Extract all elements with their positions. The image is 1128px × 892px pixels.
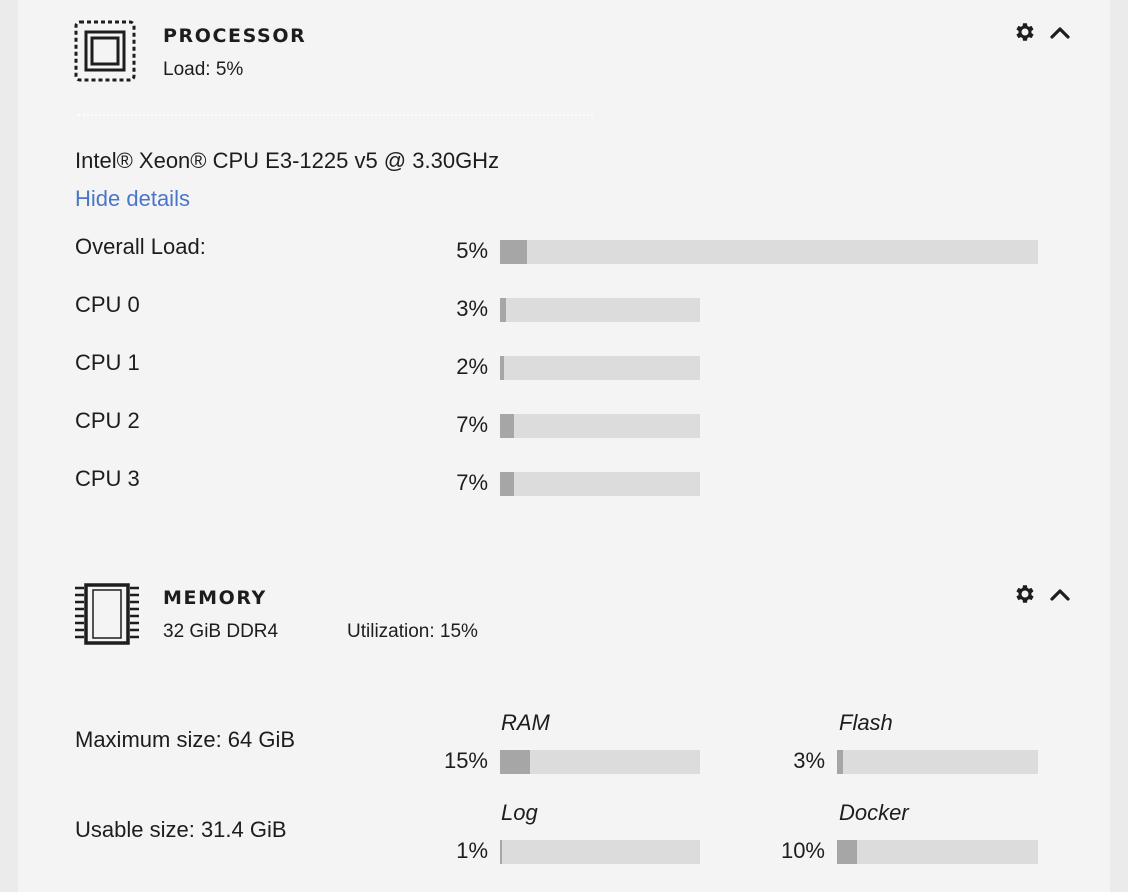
processor-title: PROCESSOR — [163, 25, 307, 47]
chevron-up-icon[interactable] — [1048, 21, 1072, 45]
memory-max-size: Maximum size: 64 GiB — [75, 727, 296, 752]
cpu-2-label: CPU 2 — [75, 408, 140, 433]
log-percent: 1% — [456, 838, 488, 863]
processor-load: Load: 5% — [163, 59, 244, 80]
cpu-1-bar — [500, 356, 700, 380]
flash-percent: 3% — [793, 748, 825, 773]
log-caption: Log — [501, 800, 538, 825]
cpu-1-bar-fill — [500, 356, 504, 380]
overall-load-bar — [500, 240, 1038, 264]
ram-bar-fill — [500, 750, 530, 774]
memory-section: MEMORY 32 GiB DDR4 Utilization: 15% Maxi… — [18, 560, 1110, 892]
ram-percent: 15% — [443, 748, 488, 773]
memory-title: MEMORY — [163, 587, 267, 609]
flash-bar — [837, 750, 1038, 774]
cpu-3-label: CPU 3 — [75, 466, 140, 491]
cpu-3-bar — [500, 472, 700, 496]
section-divider — [78, 114, 593, 116]
memory-chip-icon — [75, 583, 139, 645]
gear-icon[interactable] — [1012, 20, 1036, 44]
hide-details-link[interactable]: Hide details — [75, 186, 190, 212]
memory-utilization: Utilization: 15% — [347, 621, 478, 642]
processor-section: PROCESSOR Load: 5% Intel® Xeon® CPU E3-1… — [18, 0, 1110, 540]
cpu-2-percent: 7% — [456, 412, 488, 437]
flash-caption: Flash — [839, 710, 893, 735]
docker-caption: Docker — [839, 800, 909, 825]
ram-caption: RAM — [501, 710, 550, 735]
docker-percent: 10% — [780, 838, 825, 863]
gear-icon[interactable] — [1012, 582, 1036, 606]
docker-bar-fill — [837, 840, 857, 864]
cpu-0-percent: 3% — [456, 296, 488, 321]
cpu-0-bar-fill — [500, 298, 506, 322]
cpu-chip-icon — [74, 20, 136, 82]
chevron-up-icon[interactable] — [1048, 583, 1072, 607]
overall-load-bar-fill — [500, 240, 527, 264]
cpu-2-bar-fill — [500, 414, 514, 438]
cpu-1-percent: 2% — [456, 354, 488, 379]
log-bar-fill — [500, 840, 502, 864]
cpu-2-bar — [500, 414, 700, 438]
memory-usable-size: Usable size: 31.4 GiB — [75, 817, 287, 842]
processor-model: Intel® Xeon® CPU E3-1225 v5 @ 3.30GHz — [75, 148, 500, 173]
cpu-3-bar-fill — [500, 472, 514, 496]
system-panel: PROCESSOR Load: 5% Intel® Xeon® CPU E3-1… — [18, 0, 1110, 892]
cpu-3-percent: 7% — [456, 470, 488, 495]
cpu-1-label: CPU 1 — [75, 350, 140, 375]
flash-bar-fill — [837, 750, 843, 774]
log-bar — [500, 840, 700, 864]
cpu-0-bar — [500, 298, 700, 322]
overall-load-label: Overall Load: — [75, 234, 206, 259]
memory-size: 32 GiB DDR4 — [163, 621, 279, 642]
cpu-0-label: CPU 0 — [75, 292, 140, 317]
overall-load-percent: 5% — [456, 238, 488, 263]
docker-bar — [837, 840, 1038, 864]
ram-bar — [500, 750, 700, 774]
